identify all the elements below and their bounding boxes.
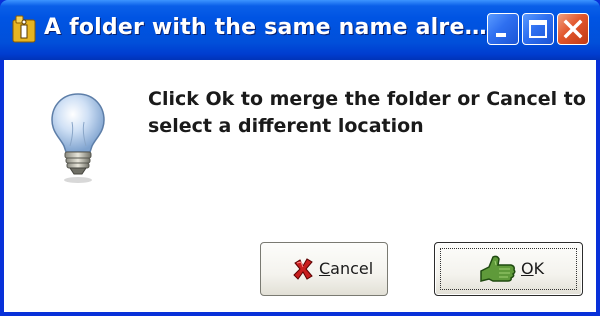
close-button[interactable]	[557, 13, 589, 45]
dialog-message: Click Ok to merge the folder or Cancel t…	[148, 88, 586, 137]
title-bar[interactable]: A folder with the same name alre…	[0, 0, 600, 60]
dialog-window: A folder with the same name alre… Click …	[0, 0, 600, 316]
dialog-body: Click Ok to merge the folder or Cancel t…	[4, 60, 596, 312]
minimize-icon	[496, 33, 506, 37]
ok-label: OK	[521, 259, 545, 278]
cancel-label: Cancel	[319, 259, 374, 278]
thumbs-up-icon	[480, 255, 516, 282]
cross-icon	[293, 258, 313, 280]
close-icon	[563, 19, 583, 39]
ok-button[interactable]: OK	[434, 242, 583, 296]
maximize-icon	[529, 20, 547, 38]
minimize-button[interactable]	[487, 13, 519, 45]
lightbulb-icon	[51, 93, 105, 183]
cancel-button[interactable]: Cancel	[260, 242, 388, 296]
window-title: A folder with the same name alre…	[44, 15, 487, 40]
app-icon	[12, 15, 36, 43]
maximize-button[interactable]	[522, 13, 554, 45]
